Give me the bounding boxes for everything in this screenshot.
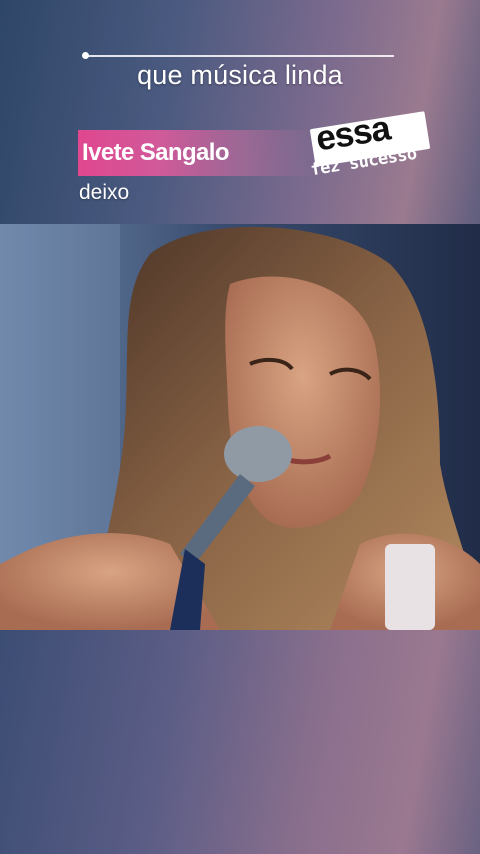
singer-video-image: [0, 224, 480, 630]
video-frame[interactable]: [0, 224, 480, 630]
caption-text: que música linda: [137, 60, 343, 90]
channel-logo: essa fez sucesso: [306, 106, 436, 186]
artist-name: Ivete Sangalo: [82, 139, 230, 166]
progress-bar: [84, 55, 394, 57]
song-title: deixo: [79, 181, 130, 204]
progress-handle[interactable]: [82, 52, 89, 59]
blurred-bottom-background: [0, 630, 480, 854]
